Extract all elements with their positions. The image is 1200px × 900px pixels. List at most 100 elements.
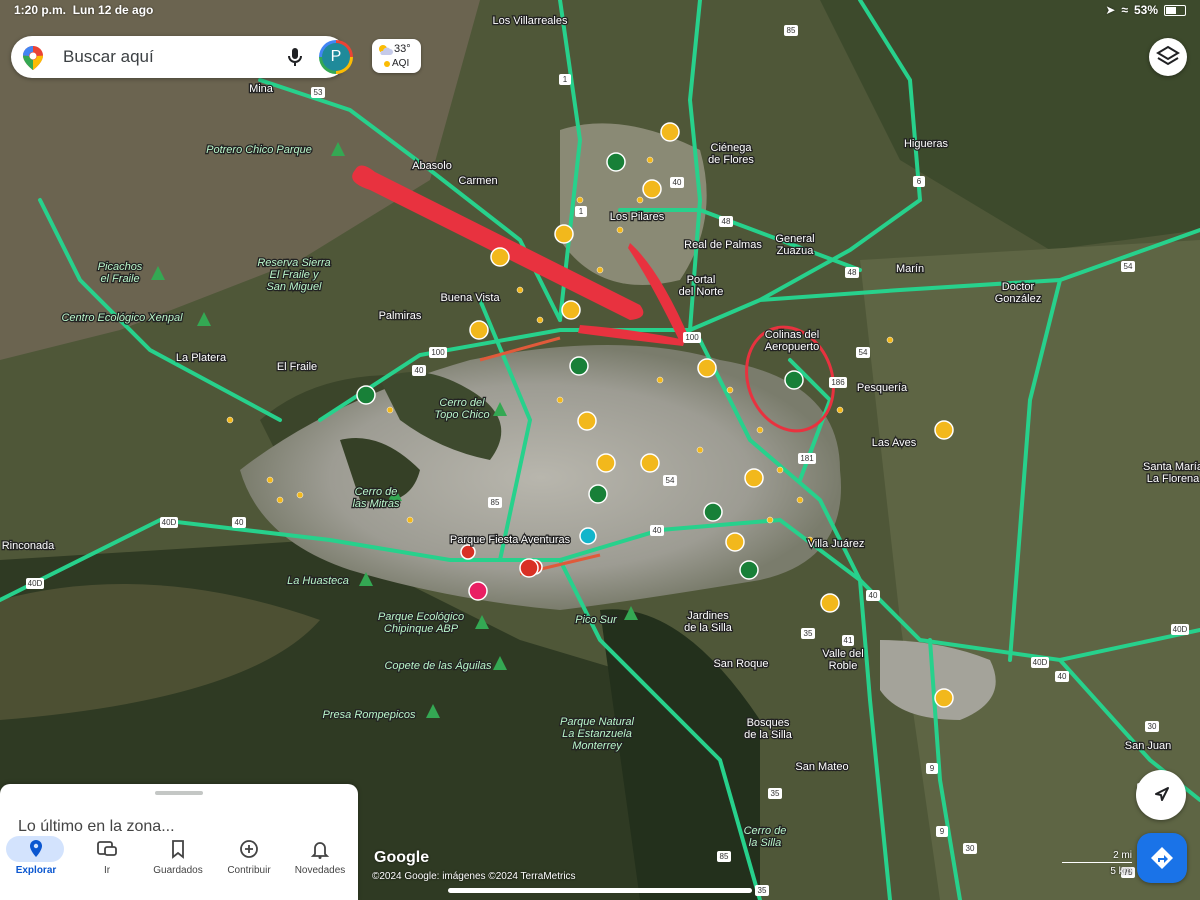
aqi-label: AQI — [383, 58, 410, 69]
map-label-marin[interactable]: Marín — [895, 262, 926, 277]
map-credits: ©2024 Google: imágenes ©2024 TerraMetric… — [372, 871, 576, 882]
svg-text:40: 40 — [653, 526, 662, 535]
map-label-real-de-palmas[interactable]: Real de Palmas — [683, 238, 764, 253]
map-label-mina[interactable]: Mina — [248, 82, 275, 97]
nav-contribute[interactable]: Contribuir — [213, 832, 285, 892]
svg-text:48: 48 — [722, 217, 731, 226]
sheet-drag-handle[interactable] — [155, 791, 203, 795]
map-label-abasolo[interactable]: Abasolo — [411, 159, 453, 174]
svg-text:40: 40 — [869, 591, 878, 600]
map-label-higueras[interactable]: Higueras — [903, 137, 950, 152]
map-label-los-pilares[interactable]: Los Pilares — [609, 210, 666, 225]
svg-text:1: 1 — [579, 207, 584, 216]
bell-icon — [310, 842, 330, 859]
nav-saved[interactable]: Guardados — [142, 832, 214, 892]
svg-text:40: 40 — [235, 518, 244, 527]
svg-text:30: 30 — [1148, 722, 1157, 731]
partly-sunny-icon — [379, 45, 393, 55]
svg-text:100: 100 — [431, 348, 445, 357]
svg-text:40: 40 — [1058, 672, 1067, 681]
svg-text:40D: 40D — [28, 579, 43, 588]
nav-explore[interactable]: Explorar — [0, 832, 72, 892]
account-avatar[interactable]: P — [319, 40, 353, 74]
search-input[interactable]: Buscar aquí — [63, 47, 154, 67]
svg-text:54: 54 — [666, 476, 675, 485]
map-label-villa-juarez[interactable]: Villa Juárez — [806, 537, 865, 552]
svg-text:9: 9 — [930, 764, 935, 773]
directions-button[interactable] — [1137, 833, 1187, 883]
svg-text:186: 186 — [831, 378, 845, 387]
status-date: Lun 12 de ago — [72, 3, 154, 17]
battery-icon — [1164, 4, 1186, 16]
map-label-san-juan[interactable]: San Juan — [1124, 739, 1173, 754]
svg-text:30: 30 — [966, 844, 975, 853]
map-label-palmiras[interactable]: Palmiras — [377, 309, 423, 324]
svg-text:41: 41 — [844, 636, 853, 645]
map-label-la-huasteca[interactable]: La Huasteca — [286, 574, 350, 589]
battery-percent: 53% — [1133, 3, 1158, 17]
svg-text:53: 53 — [314, 88, 323, 97]
map-label-las-aves[interactable]: Las Aves — [871, 436, 918, 451]
map-label-buena-vista[interactable]: Buena Vista — [439, 291, 502, 306]
home-indicator[interactable] — [448, 888, 752, 893]
svg-text:35: 35 — [771, 789, 780, 798]
svg-text:85: 85 — [720, 852, 729, 861]
layers-button[interactable] — [1149, 38, 1187, 76]
map-label-centro-ecologico[interactable]: Centro Ecológico Xenpal — [60, 311, 184, 326]
bookmark-icon — [172, 840, 184, 859]
svg-text:9: 9 — [940, 827, 945, 836]
map-label-presa[interactable]: Presa Rompepicos — [321, 708, 417, 723]
scale-km: 5 km — [1110, 866, 1132, 877]
map-label-cienega[interactable]: Ciénega de Flores — [707, 141, 756, 168]
map-label-copete[interactable]: Copete de las Águilas — [383, 658, 493, 674]
search-bar[interactable]: Buscar aquí P — [11, 36, 353, 78]
svg-text:40D: 40D — [1173, 625, 1188, 634]
svg-text:85: 85 — [787, 26, 796, 35]
svg-text:54: 54 — [1124, 262, 1133, 271]
add-circle-icon — [240, 840, 258, 858]
status-bar: 1:20 p.m. Lun 12 de ago ➤ ≈ 53% — [0, 0, 1200, 20]
microphone-icon[interactable] — [283, 45, 307, 69]
map-label-pico-sur[interactable]: Pico Sur — [574, 613, 619, 628]
map-label-rinconada[interactable]: Rinconada — [0, 539, 56, 554]
my-location-button[interactable] — [1136, 770, 1186, 820]
map-label-potrero-chico[interactable]: Potrero Chico Parque — [205, 143, 313, 158]
svg-text:6: 6 — [917, 177, 922, 186]
map-label-parque-chipinque[interactable]: Parque Ecológico Chipinque ABP — [377, 610, 466, 637]
map-label-san-mateo[interactable]: San Mateo — [794, 760, 850, 775]
svg-text:48: 48 — [848, 268, 857, 277]
svg-text:54: 54 — [859, 348, 868, 357]
nav-updates[interactable]: Novedades — [284, 832, 356, 892]
map-label-santa-maria[interactable]: Santa María La Florena — [1142, 460, 1200, 487]
nav-updates-label: Novedades — [294, 865, 346, 876]
wifi-icon: ≈ — [1121, 3, 1128, 17]
map-label-el-fraile[interactable]: El Fraile — [276, 360, 319, 375]
map-label-parque-fiesta[interactable]: Parque Fiesta Aventuras — [449, 533, 572, 548]
layers-icon — [1156, 45, 1180, 66]
nav-go-label: Ir — [103, 865, 111, 876]
map-label-jardines[interactable]: Jardines de la Silla — [683, 609, 734, 636]
map-label-cerro-mitras[interactable]: Cerro de las Mitras — [351, 485, 401, 512]
map-label-pesqueria[interactable]: Pesquería — [856, 381, 910, 396]
svg-text:1: 1 — [563, 75, 568, 84]
svg-text:85: 85 — [491, 498, 500, 507]
weather-chip[interactable]: 33° AQI — [372, 39, 421, 73]
nav-contribute-label: Contribuir — [227, 865, 271, 876]
svg-text:40: 40 — [415, 366, 424, 375]
nav-go[interactable]: Ir — [71, 832, 143, 892]
svg-text:35: 35 — [804, 629, 813, 638]
map-label-bosques[interactable]: Bosques de la Silla — [743, 716, 794, 743]
map-label-picachos[interactable]: Picachos el Fraile — [96, 260, 144, 287]
scale-bar: 2 mi 5 km — [1062, 848, 1132, 878]
map-label-cerro-silla[interactable]: Cerro de la Silla — [742, 824, 787, 851]
scale-miles: 2 mi — [1113, 850, 1132, 861]
status-time: 1:20 p.m. — [14, 3, 67, 17]
satellite-map[interactable]: 53 1 85 1 40 48 48 54 100 100 40 54 186 … — [0, 0, 1200, 900]
map-label-carmen[interactable]: Carmen — [457, 174, 499, 189]
map-label-san-roque[interactable]: San Roque — [712, 657, 770, 672]
nav-saved-label: Guardados — [153, 865, 203, 876]
map-label-general-zuazua[interactable]: General Zuazua — [774, 232, 816, 259]
map-label-colinas[interactable]: Colinas del Aeropuerto — [764, 328, 821, 355]
map-label-cerro-topo-chico[interactable]: Cerro del Topo Chico — [433, 396, 491, 423]
map-label-la-platera[interactable]: La Platera — [175, 351, 229, 366]
